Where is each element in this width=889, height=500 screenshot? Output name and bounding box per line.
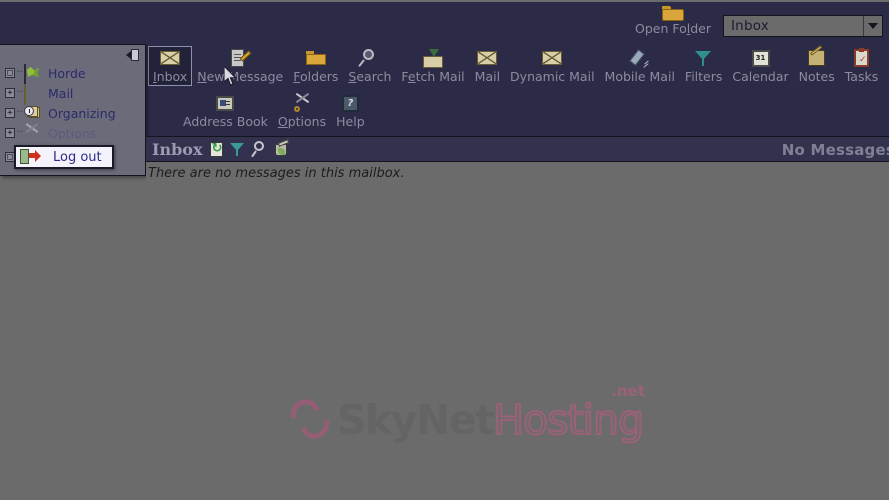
main-toolbar: Inbox New Message Folders Search Fetch M	[148, 45, 889, 131]
logout-icon	[20, 149, 48, 165]
compose-icon	[231, 48, 252, 68]
toolbar-item-help[interactable]: ? Help	[331, 91, 370, 131]
chevron-down-icon[interactable]	[863, 16, 882, 36]
empty-trash-icon[interactable]	[274, 139, 290, 157]
toolbar-label: Tasks	[844, 69, 879, 84]
toolbar-label: Filters	[684, 69, 723, 84]
sidebar-item-label: Log out	[53, 149, 102, 165]
open-folder-label: Open Folder	[634, 21, 711, 36]
expander-icon[interactable]: +	[5, 128, 15, 138]
toolbar-label: Notes	[798, 69, 835, 84]
expander-icon[interactable]: +	[5, 88, 15, 98]
toolbar-label: Options	[277, 114, 327, 129]
toolbar-label: Search	[348, 69, 392, 84]
toolbar-item-folders[interactable]: Folders	[288, 46, 343, 86]
mailbox-header: Inbox No Messages	[146, 136, 889, 162]
envelope-icon	[542, 48, 563, 68]
envelope-icon	[24, 84, 43, 105]
toolbar-item-inbox[interactable]: Inbox	[148, 46, 193, 86]
folder-icon	[661, 6, 684, 22]
toolbar-row-2: Address Book Options ? Help	[178, 91, 889, 131]
expander-icon[interactable]: □	[5, 68, 15, 78]
toolbar-label: New Message	[197, 69, 284, 84]
calendar-icon-day: 31	[751, 49, 770, 67]
toolbar-item-options[interactable]: Options	[273, 91, 331, 131]
tools-icon	[293, 92, 312, 113]
status-badge: No Messages	[781, 141, 889, 159]
empty-mailbox-message: There are no messages in this mailbox.	[148, 166, 405, 181]
calendar-icon: 31	[751, 48, 770, 68]
toolbar-item-search[interactable]: Search	[343, 46, 396, 86]
notes-icon	[808, 45, 826, 68]
tree-dots: ··	[16, 107, 23, 118]
horde-icon	[24, 64, 43, 85]
toolbar-label: Calendar	[732, 69, 789, 84]
envelope-icon	[160, 48, 181, 68]
app-root: Open Folder Inbox Inbox New Message Fold…	[0, 0, 889, 500]
content-area: Inbox No Messages There are no messages …	[146, 136, 889, 500]
tasks-icon: ✓	[853, 48, 869, 68]
address-book-icon	[216, 93, 235, 113]
sidebar-panel: □ ·· Horde + ·· Mail + ·· Organizing + ·…	[0, 44, 146, 176]
help-icon: ?	[341, 93, 359, 113]
toolbar-item-calendar[interactable]: 31 Calendar	[727, 46, 793, 86]
funnel-icon	[695, 48, 712, 68]
tools-icon	[24, 123, 43, 141]
open-folder-button[interactable]: Open Folder	[631, 6, 715, 37]
folder-icon	[305, 48, 326, 68]
folder-select-value: Inbox	[731, 18, 769, 34]
toolbar-item-mobile-mail[interactable]: Mobile Mail	[600, 46, 680, 86]
sidebar-item-organizing[interactable]: + ·· Organizing	[0, 103, 145, 123]
organizing-icon	[24, 105, 43, 121]
envelope-icon	[477, 48, 498, 68]
toolbar-label: Inbox	[153, 69, 188, 84]
mailbox-action-icons	[209, 139, 290, 158]
search-icon[interactable]	[250, 141, 267, 158]
toolbar-item-new-message[interactable]: New Message	[192, 46, 288, 86]
fetch-mail-icon	[423, 48, 444, 68]
sidebar-item-options[interactable]: + ·· Options	[0, 123, 145, 143]
toolbar-label: Help	[336, 114, 365, 129]
sidebar-item-label: Organizing	[48, 105, 116, 121]
toolbar-label: Folders	[293, 69, 339, 84]
sidebar-tree: □ ·· Horde + ·· Mail + ·· Organizing + ·…	[0, 63, 145, 169]
tree-dots: ··	[16, 67, 23, 78]
expander-icon[interactable]: +	[5, 108, 15, 118]
toolbar-label: Mail	[474, 69, 501, 84]
toolbar-item-filters[interactable]: Filters	[680, 46, 727, 86]
toolbar-item-tasks[interactable]: ✓ Tasks	[840, 46, 884, 86]
refresh-icon[interactable]	[209, 141, 223, 157]
magnifier-icon	[358, 48, 379, 68]
toolbar-item-mail[interactable]: Mail	[470, 46, 505, 86]
toolbar-label: Fetch Mail	[401, 69, 465, 84]
sidebar-item-label: Options	[48, 125, 97, 141]
sidebar-item-horde[interactable]: □ ·· Horde	[0, 63, 145, 85]
toolbar-row-1: Inbox New Message Folders Search Fetch M	[148, 45, 889, 86]
sidebar-item-mail[interactable]: + ·· Mail	[0, 83, 145, 105]
toolbar-label: Mobile Mail	[604, 69, 675, 84]
sidebar-item-label: Mail	[48, 85, 74, 101]
toolbar-item-address-book[interactable]: Address Book	[178, 91, 273, 131]
sidebar-item-label: Horde	[48, 65, 86, 81]
sidebar-item-log-out[interactable]: ·· Log out	[14, 145, 114, 169]
toolbar-item-dynamic-mail[interactable]: Dynamic Mail	[505, 46, 600, 86]
toolbar-label: Address Book	[183, 114, 268, 129]
tree-dots: ··	[16, 127, 23, 138]
collapse-sidebar-icon[interactable]	[126, 48, 141, 62]
mobile-phone-icon	[629, 48, 649, 68]
tree-dots: ··	[16, 87, 23, 98]
page-title: Inbox	[152, 139, 203, 159]
open-folder-group: Open Folder Inbox	[631, 6, 883, 37]
toolbar-item-notes[interactable]: Notes	[794, 45, 840, 86]
toolbar-item-fetch-mail[interactable]: Fetch Mail	[396, 46, 469, 86]
folder-select[interactable]: Inbox	[723, 15, 883, 37]
filter-icon[interactable]	[229, 142, 245, 157]
toolbar-label: Dynamic Mail	[510, 69, 595, 84]
